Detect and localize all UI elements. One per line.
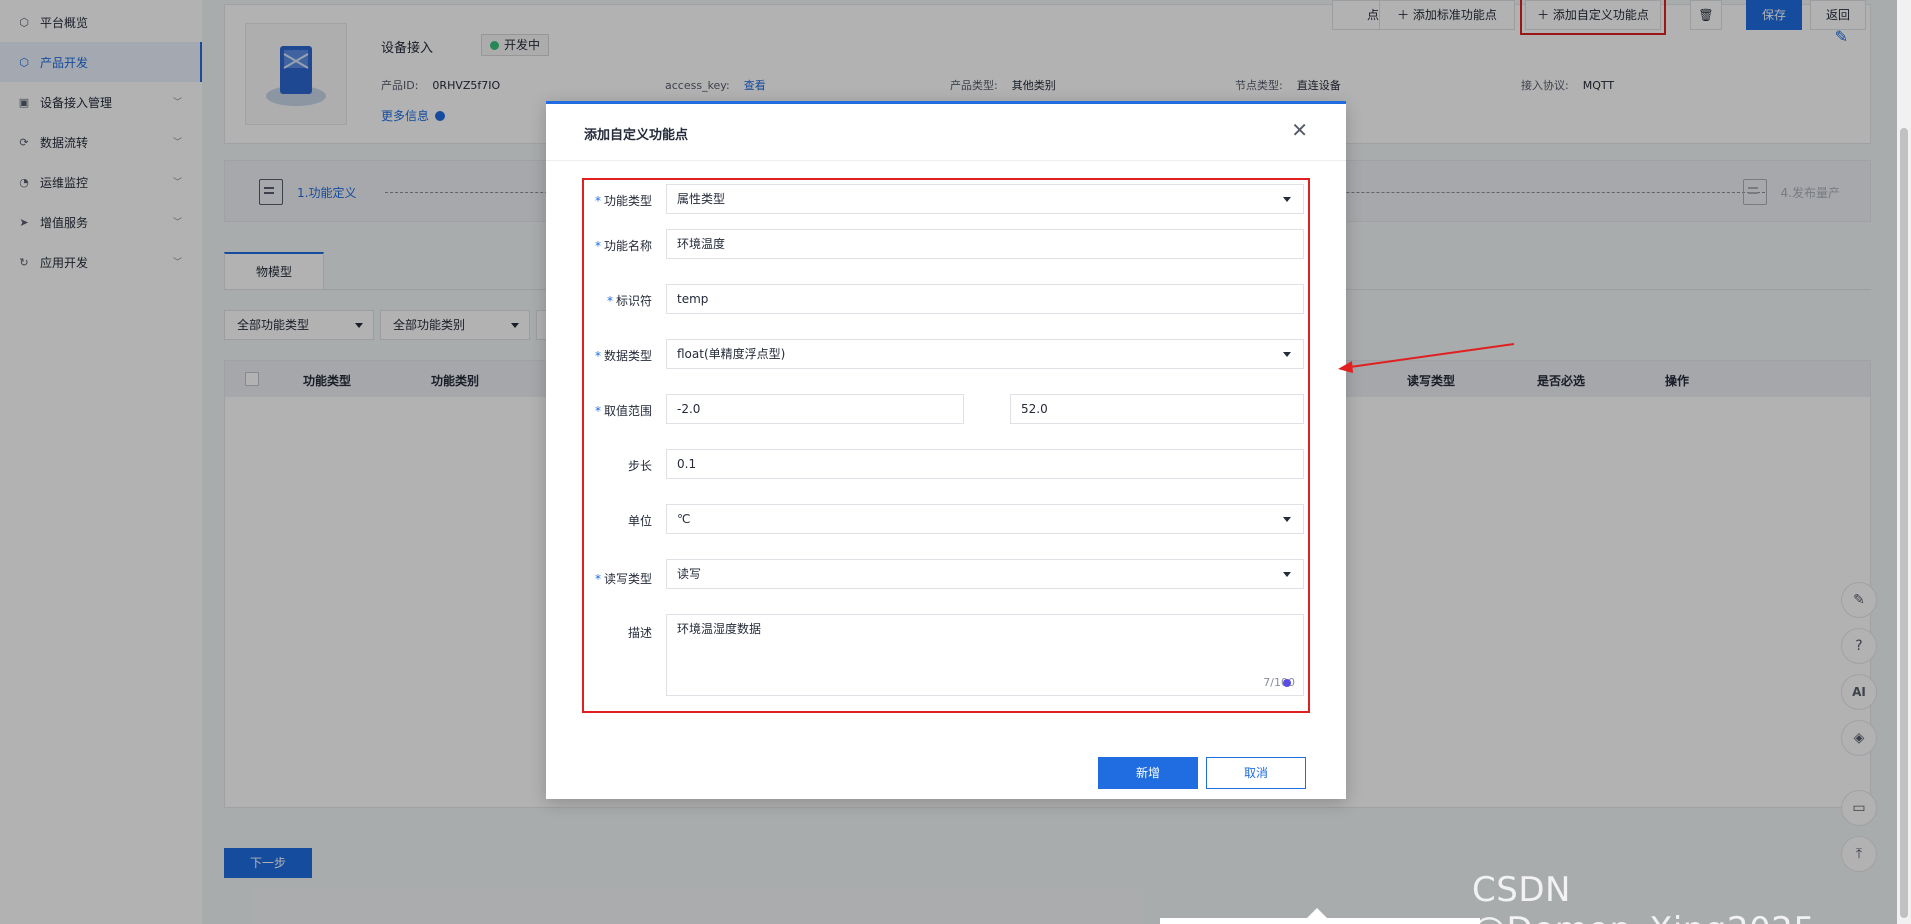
page: ⬡ 平台概览 ⬡ 产品开发 ▣ 设备接入管理 ﹀ ⟳ 数据流转 ﹀ ◔ 运维监控… — [0, 0, 1911, 924]
annotation-arrow — [1338, 343, 1515, 373]
popover-strip — [1160, 918, 1480, 924]
popover-pointer — [1307, 908, 1327, 918]
watermark: CSDN @Demon_Xing2025 — [1472, 870, 1815, 924]
